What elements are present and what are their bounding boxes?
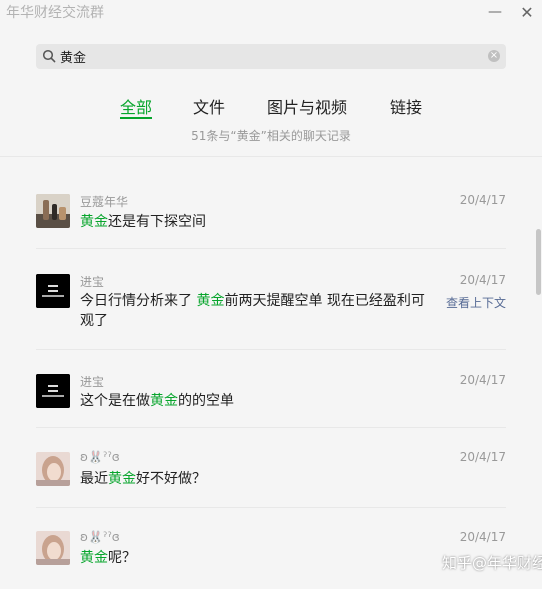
message-text: 黄金呢？ (80, 550, 136, 566)
active-tab-indicator (120, 117, 152, 119)
message-date: 20/4/17 (459, 450, 506, 464)
close-icon: ✕ (520, 2, 534, 22)
avatar (36, 374, 70, 408)
tab-files[interactable]: 文件 (193, 94, 225, 118)
result-item[interactable]: 进宝 20/4/17 这个是在做黄金的的空单 (0, 350, 530, 428)
keyword-highlight: 黄金 (80, 550, 108, 566)
message-text: 黄金还是有下探空间 (80, 214, 206, 230)
result-summary: 51条与“黄金”相关的聊天记录 (191, 129, 351, 143)
avatar (36, 274, 70, 308)
message-date: 20/4/17 (459, 273, 506, 287)
window-title: 年华财经交流群 (6, 5, 104, 21)
avatar (36, 194, 70, 228)
sender-name: 进宝 (80, 375, 105, 389)
search-history-window: 年华财经交流群 — ✕ × 全部 文件 图片与视频 链接 51条与“黄金”相关的… (0, 0, 542, 589)
minimize-icon: — (488, 4, 502, 20)
search-input[interactable] (60, 46, 480, 67)
result-item[interactable]: ʚ🐰ˀˀɞ 20/4/17 最近黄金好不好做？ (0, 428, 530, 508)
search-box[interactable]: × (36, 44, 506, 69)
message-text: 最近黄金好不好做？ (80, 471, 206, 487)
message-date: 20/4/17 (459, 193, 506, 207)
view-context-link[interactable]: 查看上下文 (446, 294, 506, 311)
sender-name: ʚ🐰ˀˀɞ (80, 450, 120, 464)
result-item[interactable]: 豆蔻年华 20/4/17 黄金还是有下探空间 (0, 157, 530, 249)
result-item[interactable]: ʚ🐰ˀˀɞ 20/4/17 黄金呢？ (0, 508, 530, 589)
sender-name: ʚ🐰ˀˀɞ (80, 530, 120, 544)
keyword-highlight: 黄金 (80, 214, 108, 230)
keyword-highlight: 黄金 (196, 293, 225, 309)
scrollbar-thumb[interactable] (536, 229, 541, 295)
tab-images-videos[interactable]: 图片与视频 (267, 94, 347, 118)
tab-links[interactable]: 链接 (390, 94, 422, 118)
message-text-line2: 观了 (80, 313, 108, 329)
avatar (36, 452, 70, 486)
keyword-highlight: 黄金 (150, 393, 178, 409)
clear-icon: × (489, 50, 499, 61)
keyword-highlight: 黄金 (108, 471, 136, 487)
clear-search-button[interactable]: × (488, 50, 500, 62)
sender-name: 豆蔻年华 (80, 195, 129, 209)
close-button[interactable]: ✕ (514, 0, 540, 24)
message-date: 20/4/17 (459, 530, 506, 544)
watermark: 知乎@年华财经 (442, 554, 542, 572)
message-text: 这个是在做黄金的的空单 (80, 393, 234, 409)
message-date: 20/4/17 (459, 373, 506, 387)
results-list: 豆蔻年华 20/4/17 黄金还是有下探空间 进宝 20/4/17 今日行情分析… (0, 157, 530, 589)
search-icon (42, 49, 56, 63)
sender-name: 进宝 (80, 275, 105, 289)
tab-all[interactable]: 全部 (120, 94, 152, 118)
avatar (36, 531, 70, 565)
title-bar: 年华财经交流群 — ✕ (0, 0, 542, 24)
minimize-button[interactable]: — (482, 0, 508, 24)
result-item[interactable]: 进宝 20/4/17 今日行情分析来了 黄金前两天提醒空单 现在已经盈利可 观了… (0, 249, 530, 350)
message-text: 今日行情分析来了 黄金前两天提醒空单 现在已经盈利可 (80, 293, 425, 309)
